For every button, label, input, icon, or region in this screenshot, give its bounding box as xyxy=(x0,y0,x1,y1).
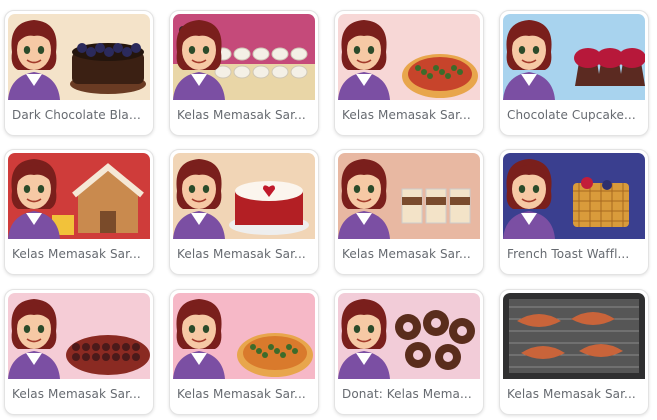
thumbnail-art xyxy=(173,293,315,379)
game-title[interactable]: Kelas Memasak Sar... xyxy=(12,244,147,264)
chef-character xyxy=(173,159,225,239)
game-thumbnail[interactable] xyxy=(8,14,150,100)
game-title[interactable]: French Toast Waffl... xyxy=(507,244,642,264)
waffle-food xyxy=(573,177,629,227)
thumbnail-art xyxy=(338,153,480,239)
chef-character xyxy=(8,159,60,239)
red-velvet-food xyxy=(229,181,309,235)
game-thumbnail[interactable] xyxy=(338,293,480,379)
thumbnail-art xyxy=(503,293,645,379)
game-thumbnail[interactable] xyxy=(503,293,645,379)
game-thumbnail[interactable] xyxy=(8,153,150,239)
chef-character xyxy=(8,20,60,100)
game-grid: Dark Chocolate Blac... Kelas Memasak Sar… xyxy=(0,0,657,420)
chef-character xyxy=(338,20,390,100)
game-card[interactable]: Donat: Kelas Mema... xyxy=(334,289,484,415)
thumbnail-art xyxy=(338,293,480,379)
pizza-bread-food xyxy=(402,54,478,98)
chef-character xyxy=(503,159,555,239)
game-thumbnail[interactable] xyxy=(503,153,645,239)
thumbnail-art xyxy=(503,14,645,100)
game-card[interactable]: Kelas Memasak Sar... xyxy=(169,10,319,136)
game-thumbnail[interactable] xyxy=(173,14,315,100)
game-thumbnail[interactable] xyxy=(173,293,315,379)
game-title[interactable]: Kelas Memasak Sar... xyxy=(177,384,312,404)
chef-character xyxy=(8,299,60,379)
game-card[interactable]: Kelas Memasak Sar... xyxy=(169,149,319,275)
chef-character xyxy=(173,20,225,100)
chef-character xyxy=(503,20,555,100)
game-thumbnail[interactable] xyxy=(338,14,480,100)
game-title[interactable]: Kelas Memasak Sar... xyxy=(177,244,312,264)
game-title[interactable]: Dark Chocolate Blac... xyxy=(12,105,147,125)
game-card[interactable]: French Toast Waffl... xyxy=(499,149,649,275)
game-title[interactable]: Chocolate Cupcake... xyxy=(507,105,642,125)
chef-character xyxy=(173,299,225,379)
thumbnail-art xyxy=(173,14,315,100)
tiramisu-food xyxy=(401,188,471,224)
game-title[interactable]: Kelas Memasak Sar... xyxy=(177,105,312,125)
thumbnail-art xyxy=(8,153,150,239)
chef-character xyxy=(338,299,390,379)
game-title[interactable]: Kelas Memasak Sar... xyxy=(507,384,642,404)
game-card[interactable]: Kelas Memasak Sar... xyxy=(169,289,319,415)
thumbnail-art xyxy=(8,293,150,379)
chef-character xyxy=(338,159,390,239)
game-card[interactable]: Kelas Memasak Sar... xyxy=(334,10,484,136)
bacon-food xyxy=(509,299,639,373)
thumbnail-art xyxy=(173,153,315,239)
game-title[interactable]: Donat: Kelas Mema... xyxy=(342,384,477,404)
game-card[interactable]: Kelas Memasak Sar... xyxy=(334,149,484,275)
chocolate-cake-food xyxy=(70,43,146,94)
game-thumbnail[interactable] xyxy=(503,14,645,100)
thumbnail-art xyxy=(338,14,480,100)
game-title[interactable]: Kelas Memasak Sar... xyxy=(342,105,477,125)
game-card[interactable]: Chocolate Cupcake... xyxy=(499,10,649,136)
game-card[interactable]: Kelas Memasak Sar... xyxy=(4,149,154,275)
game-title[interactable]: Kelas Memasak Sar... xyxy=(342,244,477,264)
thumbnail-art xyxy=(8,14,150,100)
game-card[interactable]: Kelas Memasak Sar... xyxy=(499,289,649,415)
thumbnail-art xyxy=(503,153,645,239)
cupcakes-food xyxy=(574,48,645,86)
game-thumbnail[interactable] xyxy=(338,153,480,239)
game-card[interactable]: Dark Chocolate Blac... xyxy=(4,10,154,136)
cheesecake-food xyxy=(66,335,150,375)
pizza-food xyxy=(237,333,313,377)
game-card[interactable]: Kelas Memasak Sar... xyxy=(4,289,154,415)
game-thumbnail[interactable] xyxy=(173,153,315,239)
game-thumbnail[interactable] xyxy=(8,293,150,379)
game-title[interactable]: Kelas Memasak Sar... xyxy=(12,384,147,404)
